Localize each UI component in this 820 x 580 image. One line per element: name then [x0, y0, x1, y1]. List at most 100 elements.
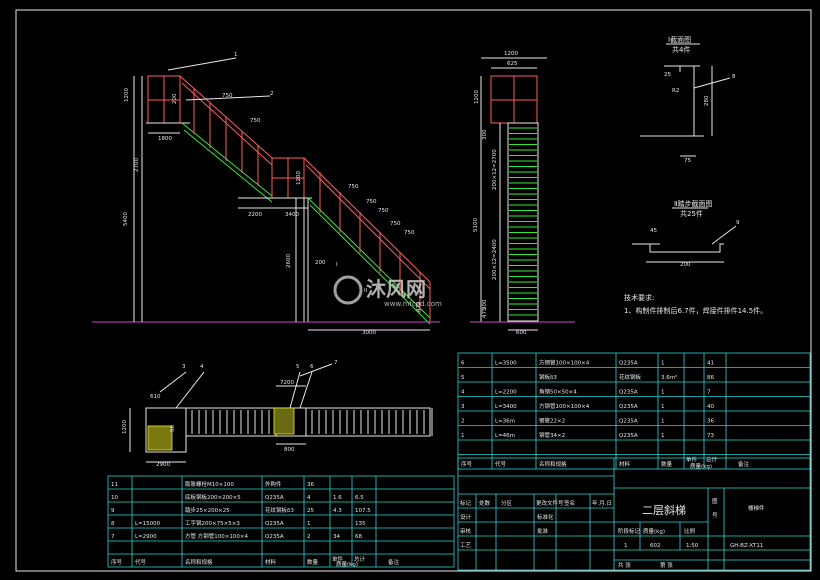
parts-cell-no: 2 [461, 419, 465, 425]
dim-low-inner: 200 [315, 260, 326, 266]
parts-cell-material: Q235A [265, 495, 284, 501]
parts-cell-name: 钢管22×2 [539, 417, 565, 425]
plan-dim-left-h: 1200 [122, 420, 128, 434]
parts-cell-code: L=15000 [135, 521, 161, 527]
tb-sheet: 1 [624, 543, 628, 549]
tech-req-line1: 1、构制件排制后6.7件，焊接件排件14.5件。 [624, 306, 767, 315]
parts-cell-no: 5 [461, 375, 465, 381]
dim-bottom-width: 3000 [362, 330, 376, 336]
plan-balloon-4: 4 [200, 364, 204, 370]
dim-landing-width: 2200 [248, 212, 262, 218]
plan-hatch-left [147, 425, 173, 451]
parts-cell-unit: 34 [333, 534, 340, 540]
parts-cell-no: 1 [461, 433, 465, 439]
parts-cell-code: L=2900 [135, 534, 157, 540]
parts-cell-no: 3 [461, 404, 465, 410]
parts-header-weight: 质量(kg) [690, 462, 712, 470]
tb-label-standard: 标准化 [537, 513, 554, 521]
tb-label-sign: 签名 [564, 499, 575, 507]
parts-cell-total: 41 [707, 361, 714, 367]
section1-dim-c: 75 [684, 158, 691, 164]
parts-cell-qty: 1 [661, 404, 665, 410]
parts-header-remark: 备注 [738, 460, 750, 468]
section2-sub: 共25件 [680, 209, 703, 218]
parts-cell-code: L=46m [495, 433, 515, 439]
front-dim-total: 5100 [473, 218, 479, 232]
parts-cell-qty: 25 [307, 508, 314, 514]
parts-cell-total: 86 [707, 375, 714, 381]
plan-dim-left-w: 610 [150, 394, 161, 400]
tb-sheets-total: 共 张 [618, 561, 631, 569]
parts-cell-material: Q235A [619, 390, 638, 396]
plan-balloon-6: 6 [310, 364, 314, 370]
dim-low-w2: 750 [366, 199, 377, 205]
section1-angle: R2 [672, 88, 679, 94]
dim-stair-w1: 750 [222, 93, 233, 99]
balloon-2: 2 [270, 91, 274, 97]
parts-cell-code: L=3400 [495, 404, 517, 410]
parts-cell-material: Q235A [619, 419, 638, 425]
parts-cell-name: 踏步25×200×25 [185, 506, 230, 514]
front-dim-base: 475 [482, 307, 488, 318]
parts-header-material: 材料 [619, 460, 631, 468]
plan-dim-mid-top: 7200 [280, 380, 294, 386]
plan-dim-left-s: 50 [170, 425, 176, 432]
tb-label-designer: 设计 [460, 513, 472, 521]
tb-side-2: 号 [712, 512, 718, 519]
watermark-url: www.mfcad.com [384, 300, 442, 308]
parts-cell-no: 6 [461, 361, 465, 367]
parts-cell-material: Q235A [619, 404, 638, 410]
tb-weight: 602 [650, 543, 661, 549]
parts-cell-name: 膨胀螺栓M10×100 [185, 480, 234, 488]
dim-total-height: 5400 [123, 212, 129, 226]
parts-cell-material: Q235A [265, 521, 284, 527]
parts-header-qty: 数量 [307, 558, 319, 566]
parts-cell-total: 73 [707, 433, 714, 439]
parts-cell-total: 7 [707, 390, 711, 396]
tb-sheet-no: 第 张 [660, 561, 673, 569]
parts-cell-total: 135 [355, 521, 366, 527]
parts-cell-name: 钢管34×2 [539, 431, 565, 439]
section1-balloon: 8 [732, 74, 736, 80]
dim-low-w4: 750 [390, 221, 401, 227]
section2-title: Ⅱ踏步截面图 [674, 199, 712, 208]
parts-cell-unit: 1.6 [333, 495, 342, 501]
section2-dim-a: 45 [650, 228, 657, 234]
parts-cell-total: 107.5 [355, 508, 371, 514]
parts-cell-no: 8 [111, 521, 115, 527]
tech-req-title: 技术要求: [624, 293, 654, 302]
dim-stair-w2: 750 [250, 118, 261, 124]
section1-dim-b: 280 [704, 95, 710, 106]
tb-label-approve: 批准 [537, 527, 549, 535]
parts-cell-total: 6.5 [355, 495, 364, 501]
front-dim-top-height: 1200 [474, 90, 480, 104]
dim-top-inner: 200 [172, 93, 178, 104]
section1-dim-a: 25 [664, 72, 671, 78]
balloon-1: 1 [234, 52, 238, 58]
tb-label-zone: 分区 [501, 499, 513, 507]
parts-cell-total: 36 [707, 419, 714, 425]
dim-low-w5: 750 [404, 230, 415, 236]
tb-scale: 1:50 [686, 543, 699, 549]
parts-header-qty: 数量 [661, 460, 673, 468]
parts-header-name: 名称和规格 [539, 460, 567, 468]
parts-header-remark: 备注 [388, 558, 400, 566]
parts-cell-no: 9 [111, 508, 115, 514]
parts-cell-name: 钢板δ3 [539, 373, 557, 381]
parts-cell-total: 40 [707, 404, 714, 410]
plan-dim-mid-w: 800 [284, 447, 295, 453]
watermark-brand: 沐风网 [366, 277, 426, 301]
dim-landing-w2: 3400 [285, 212, 299, 218]
parts-cell-material: Q235A [619, 361, 638, 367]
section2-balloon: 9 [736, 220, 740, 226]
front-dim-seg2: 200×12=2400 [492, 239, 498, 280]
parts-cell-qty: 1 [661, 361, 665, 367]
parts-cell-no: 11 [111, 482, 118, 488]
dim-mid-height: 2700 [134, 158, 140, 172]
front-dim-side1: 300 [482, 129, 488, 140]
parts-cell-code: L=3500 [495, 361, 517, 367]
front-dim-top: 1200 [504, 51, 518, 57]
parts-header-no: 序号 [111, 558, 123, 566]
parts-cell-qty: 1 [661, 419, 665, 425]
parts-cell-qty: 1 [661, 390, 665, 396]
